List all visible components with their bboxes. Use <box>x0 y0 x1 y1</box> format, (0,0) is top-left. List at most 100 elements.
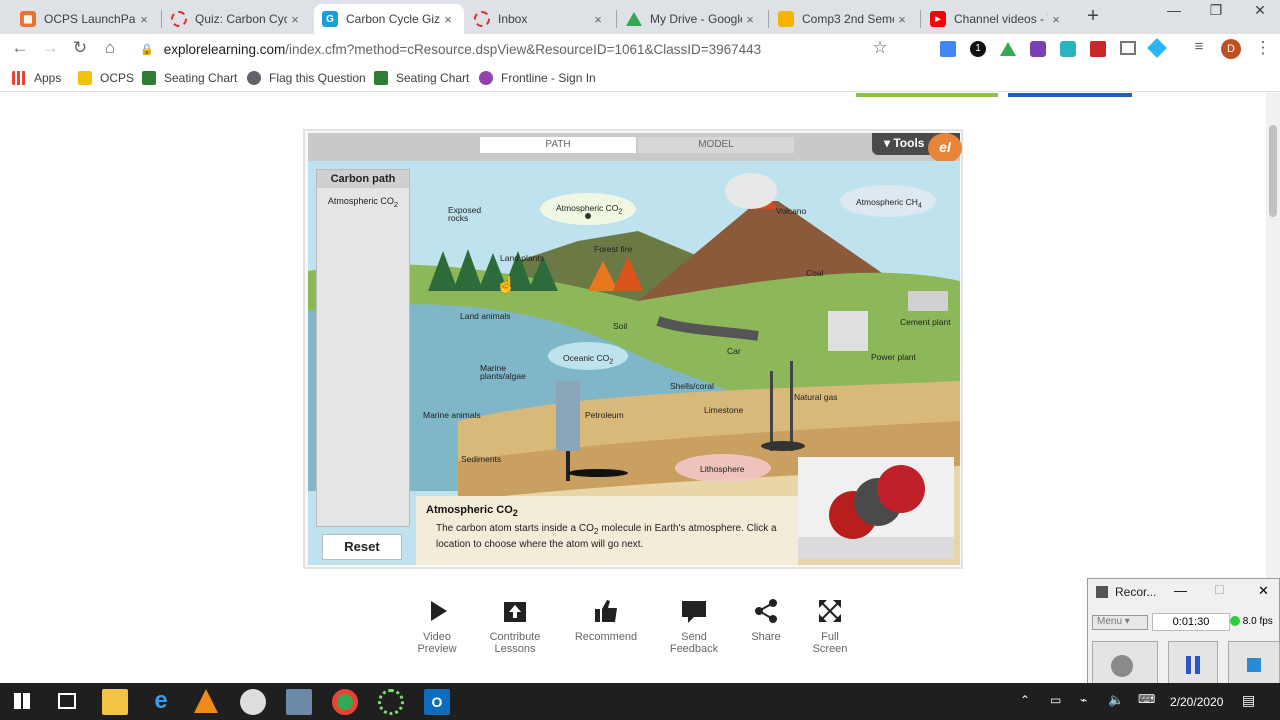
recorder-title: Recor... <box>1115 585 1157 599</box>
label-lithosphere[interactable]: Lithosphere <box>700 464 744 474</box>
gizmo-icon: G <box>322 11 338 27</box>
chrome-icon[interactable] <box>332 689 358 715</box>
extension-diamond-icon[interactable] <box>1147 38 1167 58</box>
label-coal[interactable]: Coal <box>806 268 823 278</box>
drive-extension-icon[interactable] <box>1000 42 1016 56</box>
bookmark-star-icon[interactable]: ☆ <box>869 38 891 58</box>
label-power-plant[interactable]: Power plant <box>871 352 916 362</box>
tab-carbon-cycle-gizmo[interactable]: G Carbon Cycle Gizmo × <box>314 4 464 34</box>
url-path: /index.cfm?method=cResource.dspView&Reso… <box>285 41 762 57</box>
tab-ocps-launchpad[interactable]: ▦ OCPS LaunchPad × <box>12 4 160 34</box>
info-text-part1: The carbon atom starts inside a CO <box>436 523 594 534</box>
gizmo-header: PATH MODEL ▾ Tools el <box>308 133 962 163</box>
label-land-plants[interactable]: Land plants <box>500 253 544 263</box>
extension-red-icon[interactable] <box>1090 41 1106 57</box>
extension-1-icon[interactable]: 1 <box>970 41 986 57</box>
label-atmospheric-ch4[interactable]: Atmospheric CH4 <box>856 197 922 210</box>
profile-avatar[interactable]: D <box>1221 39 1241 59</box>
recorder-close-button[interactable]: ✕ <box>1258 583 1269 599</box>
close-icon[interactable]: × <box>894 12 910 27</box>
label-volcano[interactable]: Volcano <box>776 206 806 216</box>
tab-channel-videos[interactable]: ▶ Channel videos - Y × <box>922 4 1072 34</box>
bookmark-frontline[interactable]: Frontline - Sign In <box>479 71 596 85</box>
bookmark-ocps[interactable]: OCPS <box>78 71 134 85</box>
gmail-extension-icon[interactable] <box>1120 41 1136 55</box>
carbon-cycle-scene[interactable]: Carbon path Atmospheric CO2 Reset Expose… <box>308 161 960 565</box>
tab-my-drive[interactable]: My Drive - Google × <box>618 4 766 34</box>
label-natural-gas[interactable]: Natural gas <box>794 392 837 402</box>
loading-app-icon[interactable] <box>378 689 404 715</box>
close-icon[interactable]: × <box>136 12 152 27</box>
contribute-lessons-button[interactable]: Contribute Lessons <box>470 597 560 655</box>
label-forest-fire[interactable]: Forest fire <box>594 244 632 254</box>
label-marine-animals[interactable]: Marine animals <box>423 410 481 420</box>
tab-path[interactable]: PATH <box>480 137 636 153</box>
video-preview-button[interactable]: Video Preview <box>392 597 482 655</box>
back-icon[interactable]: ← <box>9 38 31 58</box>
label-atmospheric-co2[interactable]: Atmospheric CO2 <box>556 203 622 216</box>
taskbar-clock[interactable]: 2/20/2020 <box>1170 695 1223 709</box>
extension-teal-icon[interactable] <box>1060 41 1076 57</box>
minimize-button[interactable]: — <box>1154 2 1194 18</box>
label-cement-plant[interactable]: Cement plant <box>900 317 951 327</box>
tab-inbox[interactable]: Inbox × <box>466 4 614 34</box>
extension-purple-icon[interactable] <box>1030 41 1046 57</box>
volume-icon[interactable]: 🔈 <box>1108 692 1124 708</box>
new-tab-button[interactable]: + <box>1082 5 1104 28</box>
home-icon[interactable]: ⌂ <box>99 38 121 58</box>
playlist-icon[interactable]: ≡ <box>1188 38 1210 55</box>
windows-start-icon[interactable] <box>14 693 30 709</box>
full-screen-button[interactable]: Full Screen <box>785 597 875 655</box>
label-soil[interactable]: Soil <box>613 321 627 331</box>
task-view-icon[interactable] <box>58 693 76 709</box>
tab-comp3[interactable]: Comp3 2nd Seme × <box>770 4 918 34</box>
network-icon[interactable]: ⌁ <box>1080 693 1087 707</box>
recorder-minimize-button[interactable]: — <box>1174 583 1187 598</box>
bookmark-seating-chart-2[interactable]: Seating Chart <box>374 71 469 85</box>
file-explorer-icon[interactable] <box>102 689 128 715</box>
app-active-icon[interactable] <box>286 689 312 715</box>
label-car[interactable]: Car <box>727 346 741 356</box>
stop-button[interactable] <box>1228 641 1280 689</box>
tab-quiz-carbon-cycle[interactable]: Quiz: Carbon Cycle × <box>163 4 311 34</box>
reload-icon[interactable]: ↻ <box>69 38 91 58</box>
info-title-text: Atmospheric CO <box>426 504 513 516</box>
pause-button[interactable] <box>1168 641 1218 689</box>
keyboard-icon[interactable]: ⌨ <box>1138 692 1155 706</box>
window-close-button[interactable]: ✕ <box>1240 2 1280 19</box>
bookmark-apps[interactable]: Apps <box>12 71 61 85</box>
label-exposed-rocks[interactable]: Exposed rocks <box>448 206 498 223</box>
forward-icon[interactable]: → <box>39 38 61 58</box>
close-icon[interactable]: × <box>590 12 606 27</box>
recorder-maximize-button[interactable]: ☐ <box>1214 583 1225 597</box>
label-petroleum[interactable]: Petroleum <box>585 410 624 420</box>
bookmark-flag-question[interactable]: Flag this Question <box>247 71 366 85</box>
label-oceanic-co2[interactable]: Oceanic CO2 <box>563 353 613 366</box>
close-icon[interactable]: × <box>742 12 758 27</box>
address-bar[interactable]: 🔒 explorelearning.com/index.cfm?method=c… <box>140 37 761 61</box>
restore-button[interactable]: ❐ <box>1196 2 1236 19</box>
label-limestone[interactable]: Limestone <box>704 405 743 415</box>
reset-button[interactable]: Reset <box>322 534 402 560</box>
close-icon[interactable]: × <box>287 12 303 27</box>
record-button[interactable] <box>1092 641 1158 689</box>
close-icon[interactable]: × <box>440 12 456 27</box>
menu-kebab-icon[interactable]: ⋮ <box>1252 38 1274 58</box>
tray-chevron-icon[interactable]: ⌃ <box>1020 693 1030 707</box>
vlc-icon[interactable] <box>194 689 218 713</box>
bookmark-seating-chart[interactable]: Seating Chart <box>142 71 237 85</box>
outlook-icon[interactable]: O <box>424 689 450 715</box>
recorder-menu-dropdown[interactable]: Menu ▾ <box>1092 615 1148 630</box>
notifications-icon[interactable]: ▤ <box>1242 692 1255 709</box>
label-marine-plants[interactable]: Marine plants/algae <box>480 364 540 381</box>
translate-extension-icon[interactable] <box>940 41 956 57</box>
tab-model[interactable]: MODEL <box>638 137 794 153</box>
app-icon[interactable] <box>240 689 266 715</box>
edge-icon[interactable]: e <box>148 689 174 715</box>
scrollbar-thumb[interactable] <box>1269 125 1277 217</box>
label-land-animals[interactable]: Land animals <box>460 311 511 321</box>
label-sediments[interactable]: Sediments <box>461 454 501 464</box>
close-icon[interactable]: × <box>1048 12 1064 27</box>
label-shells-coral[interactable]: Shells/coral <box>670 381 714 391</box>
recommend-button[interactable]: Recommend <box>561 597 651 643</box>
